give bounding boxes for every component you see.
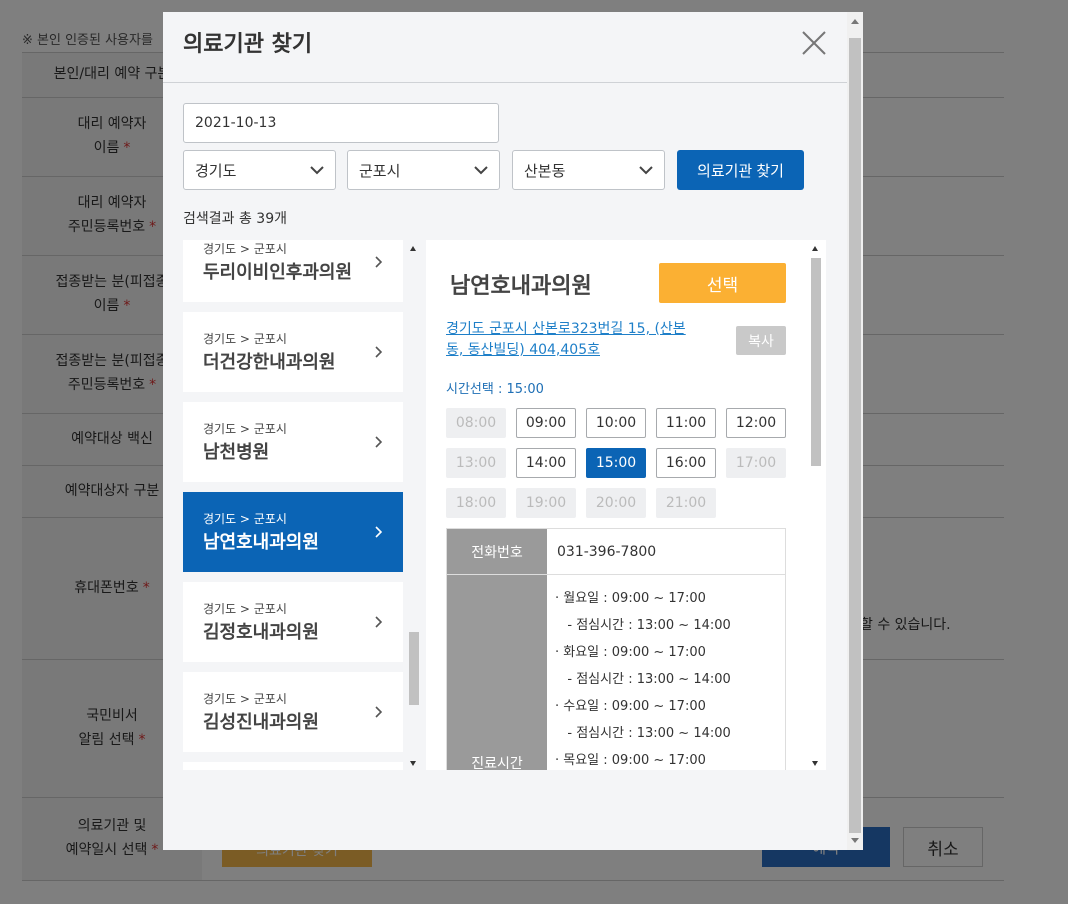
scroll-up-icon[interactable] xyxy=(410,246,416,251)
select-hospital-button[interactable]: 선택 xyxy=(659,263,786,303)
hours-line: - 점심시간 : 13:00 ~ 14:00 xyxy=(555,672,731,687)
hospital-list: 경기도 > 군포시 두리이비인후과의원 경기도 > 군포시 더건강한내과의원 경기도 >… xyxy=(183,240,423,770)
hospital-region: 경기도 > 군포시 xyxy=(203,692,287,706)
detail-scrollbar[interactable] xyxy=(809,240,823,770)
scroll-thumb[interactable] xyxy=(811,258,821,466)
time-slot[interactable]: 14:00 xyxy=(516,448,576,478)
chevron-right-icon xyxy=(375,616,383,628)
modal-title: 의료기관 찾기 xyxy=(183,32,313,57)
chevron-down-icon xyxy=(639,166,653,175)
time-slot: 17:00 xyxy=(726,448,786,478)
time-slot: 08:00 xyxy=(446,408,506,438)
hospital-list-item[interactable]: 경기도 > 군포시남천병원 xyxy=(183,402,403,482)
modal-header: 의료기관 찾기 xyxy=(163,12,847,83)
time-slot[interactable]: 15:00 xyxy=(586,448,646,478)
close-button[interactable] xyxy=(800,29,828,57)
time-slot[interactable]: 11:00 xyxy=(656,408,716,438)
chevron-right-icon xyxy=(375,346,383,358)
hospital-name: 두리이비인후과의원 xyxy=(203,262,353,283)
time-slot[interactable]: 09:00 xyxy=(516,408,576,438)
hours-header: 진료시간 xyxy=(447,575,547,770)
chevron-right-icon xyxy=(375,436,383,448)
city-select[interactable]: 군포시 xyxy=(347,150,500,190)
hours-line: - 점심시간 : 13:00 ~ 14:00 xyxy=(555,618,731,633)
selected-time-label: 시간선택 : 15:00 xyxy=(446,382,544,397)
hospital-list-item[interactable]: 경기도 > 군포시남연호내과의원 xyxy=(183,492,403,572)
hours-row: 진료시간 · 월요일 : 09:00 ~ 17:00 - 점심시간 : 13:0… xyxy=(447,575,785,770)
city-select-value: 군포시 xyxy=(359,161,401,180)
time-slot[interactable]: 12:00 xyxy=(726,408,786,438)
hospital-list-item[interactable]: 경기도 > 군포시김정호내과의원 xyxy=(183,582,403,662)
scroll-thumb[interactable] xyxy=(849,38,861,833)
search-hospital-button[interactable]: 의료기관 찾기 xyxy=(677,150,804,190)
scroll-up-icon[interactable] xyxy=(812,246,818,251)
hospital-region: 경기도 > 군포시 xyxy=(203,602,287,616)
hospital-name: 김성진내과의원 xyxy=(203,712,319,733)
scroll-up-icon[interactable] xyxy=(851,19,859,24)
hours-line: · 화요일 : 09:00 ~ 17:00 xyxy=(555,645,706,660)
scroll-thumb[interactable] xyxy=(409,632,419,705)
hours-line: - 점심시간 : 13:00 ~ 14:00 xyxy=(555,726,731,741)
time-slot[interactable]: 10:00 xyxy=(586,408,646,438)
hospital-name: 더건강한내과의원 xyxy=(203,352,336,373)
hospital-list-item[interactable]: 경기도 > 군포시김성진내과의원 xyxy=(183,672,403,752)
time-slot: 13:00 xyxy=(446,448,506,478)
hours-list: · 월요일 : 09:00 ~ 17:00 - 점심시간 : 13:00 ~ 1… xyxy=(555,585,731,770)
province-select-value: 경기도 xyxy=(195,161,237,180)
time-slot[interactable]: 16:00 xyxy=(656,448,716,478)
hours-line: · 목요일 : 09:00 ~ 17:00 xyxy=(555,753,706,768)
chevron-right-icon xyxy=(375,256,383,268)
province-select[interactable]: 경기도 xyxy=(183,150,336,190)
hospital-region: 경기도 > 군포시 xyxy=(203,242,287,256)
chevron-down-icon xyxy=(310,166,324,175)
hours-line: · 월요일 : 09:00 ~ 17:00 xyxy=(555,591,706,606)
hospital-name: 김정호내과의원 xyxy=(203,622,319,643)
scroll-down-icon[interactable] xyxy=(410,761,416,766)
scroll-down-icon[interactable] xyxy=(812,761,818,766)
find-hospital-modal: 의료기관 찾기 경기도 군포시 산본동 의료기관 찾기 검색결과 총 39개 경… xyxy=(163,12,863,850)
phone-value: 031-396-7800 xyxy=(557,544,657,560)
close-icon xyxy=(802,31,826,55)
phone-header: 전화번호 xyxy=(447,529,547,574)
hours-line: · 수요일 : 09:00 ~ 17:00 xyxy=(555,699,706,714)
time-slot: 20:00 xyxy=(586,488,646,518)
hospital-region: 경기도 > 군포시 xyxy=(203,332,287,346)
hospital-address-link[interactable]: 경기도 군포시 산본로323번길 15, (산본동, 동산빌딩) 404,405… xyxy=(446,319,696,361)
chevron-down-icon xyxy=(474,166,488,175)
detail-hospital-name: 남연호내과의원 xyxy=(450,274,592,299)
hospital-name: 남천병원 xyxy=(203,442,270,463)
hospital-region: 경기도 > 군포시 xyxy=(203,512,287,526)
district-select[interactable]: 산본동 xyxy=(512,150,665,190)
hospital-list-item[interactable] xyxy=(183,762,403,770)
time-slot: 19:00 xyxy=(516,488,576,518)
phone-row: 전화번호 031-396-7800 xyxy=(447,529,785,575)
scroll-down-icon[interactable] xyxy=(851,838,859,843)
modal-scrollbar[interactable] xyxy=(847,12,863,850)
hospital-region: 경기도 > 군포시 xyxy=(203,422,287,436)
hospital-info-table: 전화번호 031-396-7800 진료시간 · 월요일 : 09:00 ~ 1… xyxy=(446,528,786,770)
chevron-right-icon xyxy=(375,526,383,538)
hospital-name: 남연호내과의원 xyxy=(203,532,319,553)
time-slot: 18:00 xyxy=(446,488,506,518)
date-input[interactable] xyxy=(183,103,499,143)
chevron-right-icon xyxy=(375,706,383,718)
hospital-detail-panel: 남연호내과의원 선택 경기도 군포시 산본로323번길 15, (산본동, 동산… xyxy=(426,240,826,770)
district-select-value: 산본동 xyxy=(524,161,566,180)
hospital-list-item[interactable]: 경기도 > 군포시더건강한내과의원 xyxy=(183,312,403,392)
hospital-list-item[interactable]: 경기도 > 군포시두리이비인후과의원 xyxy=(183,240,403,302)
hospital-list-scrollbar[interactable] xyxy=(407,240,419,770)
copy-address-button[interactable]: 복사 xyxy=(736,326,786,355)
time-slot: 21:00 xyxy=(656,488,716,518)
result-count: 검색결과 총 39개 xyxy=(183,211,287,227)
